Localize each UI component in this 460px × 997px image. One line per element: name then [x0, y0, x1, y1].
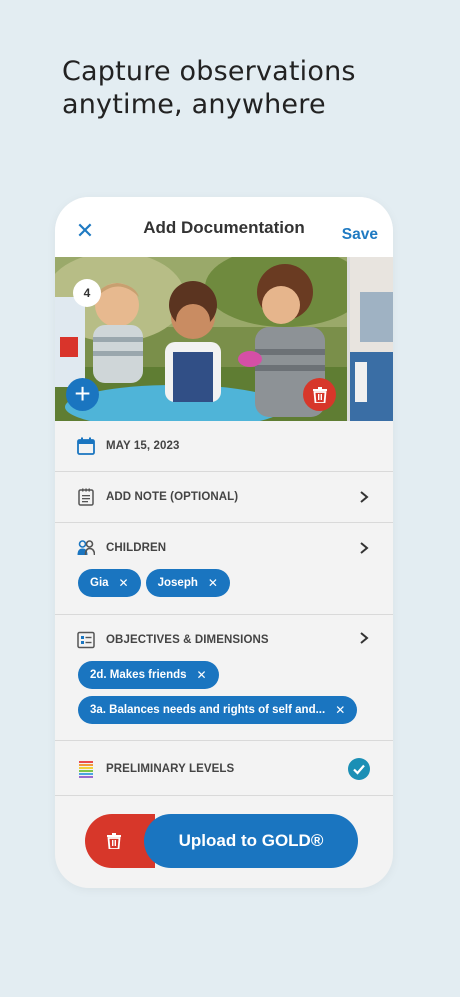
objective-chip[interactable]: 3a. Balances needs and rights of self an…	[78, 696, 358, 724]
remove-chip-icon[interactable]: ✕	[335, 703, 345, 717]
children-row[interactable]: CHILDREN Gia ✕ Joseph ✕	[55, 523, 393, 615]
objectives-row[interactable]: OBJECTIVES & DIMENSIONS 2d. Makes friend…	[55, 615, 393, 741]
calendar-icon	[77, 437, 95, 455]
top-bar: ✕ Add Documentation Save	[55, 197, 393, 257]
child-chip-joseph[interactable]: Joseph ✕	[145, 569, 230, 597]
remove-chip-icon[interactable]: ✕	[208, 576, 218, 590]
delete-photo-button[interactable]	[303, 378, 336, 411]
preliminary-levels-label: PRELIMINARY LEVELS	[106, 762, 235, 775]
trash-icon	[312, 386, 327, 403]
people-icon	[77, 539, 95, 557]
headline-line-1: Capture observations	[62, 56, 356, 87]
photo-carousel[interactable]: 4 +	[55, 257, 393, 421]
objectives-label: OBJECTIVES & DIMENSIONS	[106, 634, 269, 646]
phone-screen: ✕ Add Documentation Save 4 + MAY 15, 202…	[55, 197, 393, 888]
headline-line-2: anytime, anywhere	[62, 89, 326, 120]
close-icon[interactable]: ✕	[75, 220, 95, 242]
upload-to-gold-button[interactable]: Upload to GOLD®	[144, 814, 358, 868]
trash-icon	[107, 833, 121, 849]
chevron-right-icon	[360, 542, 369, 554]
chip-label: 3a. Balances needs and rights of self an…	[90, 704, 326, 716]
list-icon	[77, 631, 95, 649]
add-note-row[interactable]: ADD NOTE (OPTIONAL)	[55, 472, 393, 523]
remove-chip-icon[interactable]: ✕	[197, 668, 207, 682]
photo-next-preview[interactable]	[350, 257, 393, 421]
chip-label: 2d. Makes friends	[90, 669, 187, 681]
save-button[interactable]: Save	[342, 226, 378, 244]
checkmark-circle-icon[interactable]	[348, 758, 370, 780]
chip-label: Joseph	[157, 577, 198, 589]
add-note-label: ADD NOTE (OPTIONAL)	[106, 491, 239, 503]
date-row[interactable]: MAY 15, 2023	[55, 421, 393, 472]
date-value: MAY 15, 2023	[106, 440, 180, 452]
photo-count-badge: 4	[73, 279, 101, 307]
children-label: CHILDREN	[106, 542, 167, 554]
chip-label: Gia	[90, 577, 109, 589]
child-chip-gia[interactable]: Gia ✕	[78, 569, 141, 597]
headline: Capture observations anytime, anywhere	[62, 55, 356, 121]
objective-chip[interactable]: 2d. Makes friends ✕	[78, 661, 219, 689]
remove-chip-icon[interactable]: ✕	[119, 576, 129, 590]
preliminary-levels-row[interactable]: PRELIMINARY LEVELS	[55, 741, 393, 796]
add-photo-button[interactable]: +	[66, 378, 99, 411]
page-title: Add Documentation	[143, 218, 305, 237]
action-bar: Upload to GOLD®	[85, 814, 358, 868]
chevron-right-icon	[360, 491, 369, 503]
chevron-right-icon	[360, 632, 369, 644]
rainbow-levels-icon	[77, 760, 95, 778]
notepad-icon	[77, 488, 95, 506]
